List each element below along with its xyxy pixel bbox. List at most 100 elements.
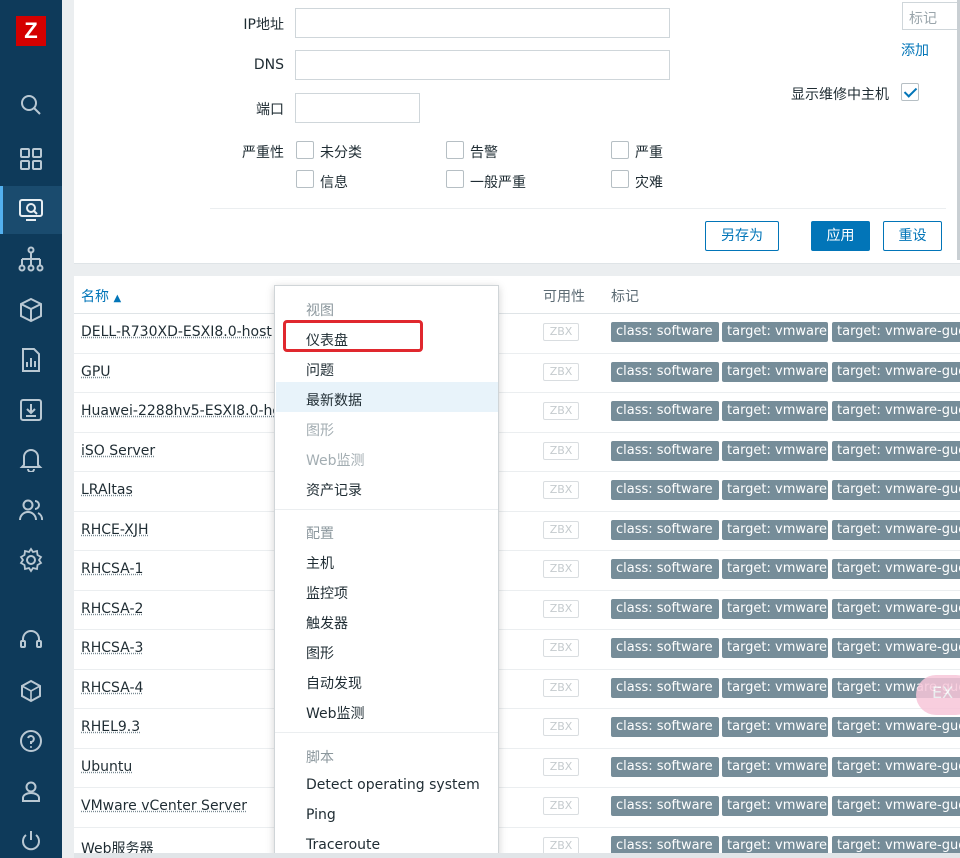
zabbix-logo[interactable]: Z (16, 16, 46, 46)
support-icon[interactable] (18, 627, 44, 653)
save-as-button[interactable]: 另存为 (705, 221, 779, 251)
add-tag-link[interactable]: 添加 (901, 40, 929, 60)
tag-badge[interactable]: target: vmware (722, 599, 828, 619)
tag-badge[interactable]: target: vmware-gue (832, 599, 960, 619)
tag-badge[interactable]: target: vmware (722, 678, 828, 698)
tag-badge[interactable]: class: software (611, 480, 719, 500)
host-name-link[interactable]: RHCE-XJH (81, 522, 148, 538)
host-name-link[interactable]: iSO Server (81, 443, 155, 459)
help-icon[interactable] (18, 728, 44, 754)
host-name-link[interactable]: GPU (81, 364, 111, 380)
tag-badge[interactable]: target: vmware-gue (832, 638, 960, 658)
dashboard-icon[interactable] (18, 146, 44, 172)
menu-item-inventory[interactable]: 资产记录 (306, 480, 362, 500)
network-icon[interactable] (18, 246, 44, 272)
severity-information-checkbox[interactable] (296, 170, 314, 188)
tag-badge[interactable]: class: software (611, 638, 719, 658)
search-icon[interactable] (18, 92, 44, 118)
tag-badge[interactable]: class: software (611, 401, 719, 421)
host-name-link[interactable]: Ubuntu (81, 759, 132, 775)
menu-item-config-web[interactable]: Web监测 (306, 703, 365, 723)
host-name-link[interactable]: Huawei-2288hv5-ESXI8.0-ho (81, 403, 281, 419)
menu-item-detect-os[interactable]: Detect operating system (306, 777, 480, 793)
tag-badge[interactable]: target: vmware (722, 362, 828, 382)
integrations-icon[interactable] (18, 678, 44, 704)
tag-badge[interactable]: class: software (611, 322, 719, 342)
tag-badge[interactable]: class: software (611, 757, 719, 777)
reset-button[interactable]: 重设 (883, 221, 942, 251)
host-name-link[interactable]: RHCSA-3 (81, 640, 143, 656)
menu-item-host[interactable]: 主机 (306, 553, 334, 573)
tag-badge[interactable]: target: vmware (722, 757, 828, 777)
tag-badge[interactable]: target: vmware (722, 441, 828, 461)
alerts-icon[interactable] (18, 446, 44, 472)
menu-item-items[interactable]: 监控项 (306, 583, 348, 603)
host-name-link[interactable]: LRAltas (81, 482, 133, 498)
tag-badge[interactable]: target: vmware-gue (832, 441, 960, 461)
ip-input[interactable] (295, 8, 670, 38)
menu-item-discovery[interactable]: 自动发现 (306, 673, 362, 693)
port-input[interactable] (295, 93, 420, 123)
tag-badge[interactable]: target: vmware-gue (832, 322, 960, 342)
tag-input[interactable]: 标记 (902, 2, 960, 30)
tag-badge[interactable]: target: vmware (722, 717, 828, 737)
settings-icon[interactable] (18, 547, 44, 573)
user-settings-icon[interactable] (18, 778, 44, 804)
menu-item-problems[interactable]: 问题 (306, 360, 334, 380)
tag-badge[interactable]: target: vmware (722, 796, 828, 816)
host-name-link[interactable]: RHCSA-4 (81, 680, 143, 696)
tag-badge[interactable]: class: software (611, 559, 719, 579)
tag-badge[interactable]: target: vmware-gue (832, 362, 960, 382)
users-icon[interactable] (18, 497, 44, 523)
host-name-link[interactable]: VMware vCenter Server (81, 798, 247, 814)
apply-button[interactable]: 应用 (811, 221, 870, 251)
severity-average-checkbox[interactable] (446, 170, 464, 188)
signout-icon[interactable] (18, 828, 44, 854)
tag-badge[interactable]: target: vmware (722, 520, 828, 540)
tag-badge[interactable]: target: vmware (722, 322, 828, 342)
severity-not-classified-checkbox[interactable] (296, 141, 314, 159)
menu-item-traceroute[interactable]: Traceroute (306, 837, 380, 853)
dns-input[interactable] (295, 50, 670, 80)
tag-badge[interactable]: target: vmware-gue (832, 559, 960, 579)
tag-badge[interactable]: target: vmware (722, 559, 828, 579)
tag-badge[interactable]: class: software (611, 599, 719, 619)
tag-badge[interactable]: target: vmware-gue (832, 480, 960, 500)
host-name-link[interactable]: RHCSA-2 (81, 601, 143, 617)
severity-disaster-checkbox[interactable] (611, 170, 629, 188)
monitoring-icon[interactable] (18, 197, 44, 223)
tag-badge[interactable]: target: vmware (722, 401, 828, 421)
host-name-link[interactable]: RHEL9.3 (81, 719, 140, 735)
reports-icon[interactable] (18, 347, 44, 373)
severity-high-checkbox[interactable] (611, 141, 629, 159)
tag-badge[interactable]: target: vmware-gue (832, 796, 960, 816)
inventory-icon[interactable] (18, 297, 44, 323)
tag-badge[interactable]: target: vmware-gue (832, 717, 960, 737)
table-row: LRAltas ZBX class: software target: vmware t… (74, 472, 960, 512)
floating-assistant-bubble[interactable]: EX (916, 675, 960, 715)
severity-warning-checkbox[interactable] (446, 141, 464, 159)
tag-badge[interactable]: target: vmware (722, 480, 828, 500)
tag-badge[interactable]: class: software (611, 520, 719, 540)
horizontal-scrollbar[interactable] (74, 853, 960, 858)
tag-badge[interactable]: target: vmware-gue (832, 520, 960, 540)
tag-badge[interactable]: target: vmware-gue (832, 757, 960, 777)
menu-item-latest-data[interactable]: 最新数据 (306, 390, 362, 410)
tag-badge[interactable]: class: software (611, 717, 719, 737)
tag-badge[interactable]: class: software (611, 796, 719, 816)
menu-item-triggers[interactable]: 触发器 (306, 613, 348, 633)
column-name-header[interactable]: 名称 ▲ (81, 286, 121, 306)
tag-badge[interactable]: target: vmware-gue (832, 401, 960, 421)
menu-header-config: 配置 (306, 523, 334, 543)
host-name-link[interactable]: RHCSA-1 (81, 561, 143, 577)
data-collection-icon[interactable] (18, 397, 44, 423)
tag-badge[interactable]: class: software (611, 362, 719, 382)
tag-badge[interactable]: class: software (611, 441, 719, 461)
menu-item-config-graphs[interactable]: 图形 (306, 643, 334, 663)
menu-item-ping[interactable]: Ping (306, 807, 336, 823)
tag-badge[interactable]: class: software (611, 678, 719, 698)
host-name-link[interactable]: DELL-R730XD-ESXI8.0-host (81, 324, 272, 340)
tag-badge[interactable]: target: vmware (722, 638, 828, 658)
severity-label-2: 严重 (635, 142, 663, 162)
show-maintenance-checkbox[interactable] (901, 83, 919, 101)
